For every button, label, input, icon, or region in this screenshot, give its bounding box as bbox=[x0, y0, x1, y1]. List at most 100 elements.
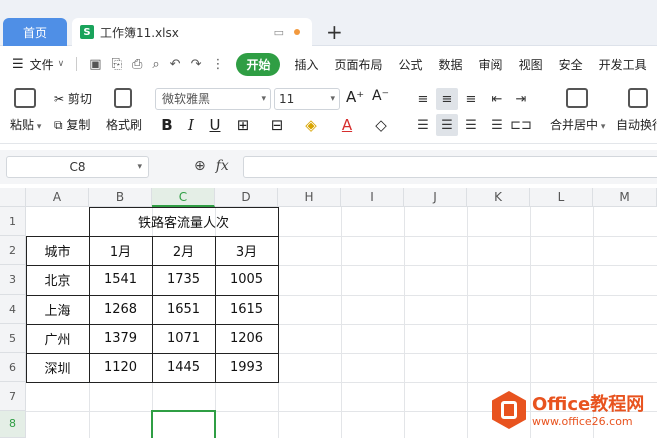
row-header[interactable]: 2 bbox=[0, 236, 26, 266]
value-cell[interactable]: 1379 bbox=[89, 324, 152, 353]
distribute-icon[interactable]: ⊏⊐ bbox=[510, 114, 532, 136]
value-cell[interactable]: 1651 bbox=[152, 295, 215, 324]
italic-button[interactable]: I bbox=[180, 114, 202, 136]
clear-format-icon[interactable]: ◇ bbox=[370, 114, 392, 136]
row-header[interactable]: 1 bbox=[0, 207, 26, 237]
table-header-cell[interactable]: 城市 bbox=[26, 236, 89, 265]
column-header[interactable]: J bbox=[404, 188, 467, 207]
value-cell[interactable]: 1445 bbox=[152, 353, 215, 382]
value-cell[interactable]: 1005 bbox=[215, 265, 278, 294]
value-cell[interactable]: 1993 bbox=[215, 353, 278, 382]
print-icon[interactable]: ⎙ bbox=[132, 57, 142, 72]
format-painter-icon[interactable] bbox=[114, 88, 132, 108]
value-cell[interactable]: 1071 bbox=[152, 324, 215, 353]
column-header[interactable]: K bbox=[467, 188, 530, 207]
increase-font-icon[interactable]: A⁺ bbox=[346, 88, 364, 106]
value-cell[interactable]: 1120 bbox=[89, 353, 152, 382]
align-top-icon[interactable]: ≡ bbox=[412, 88, 434, 110]
menu-developer[interactable]: 开发工具 bbox=[591, 56, 655, 73]
fill-color-icon[interactable]: ◈ bbox=[300, 114, 322, 136]
menu-page-layout[interactable]: 页面布局 bbox=[327, 56, 391, 73]
menu-view[interactable]: 视图 bbox=[511, 56, 551, 73]
column-header[interactable]: M bbox=[593, 188, 657, 207]
column-header[interactable]: I bbox=[341, 188, 404, 207]
city-cell[interactable]: 北京 bbox=[26, 265, 89, 294]
font-name-select[interactable]: 微软雅黑 ▾ bbox=[155, 88, 271, 110]
city-cell[interactable]: 深圳 bbox=[26, 353, 89, 382]
select-all-corner[interactable] bbox=[0, 188, 26, 207]
file-menu[interactable]: ☰ 文件 ∨ bbox=[0, 56, 72, 73]
align-right-icon[interactable]: ☰ bbox=[460, 114, 482, 136]
screen-icon[interactable]: ▭ bbox=[274, 26, 284, 39]
row-header[interactable]: 4 bbox=[0, 294, 26, 324]
align-center-icon[interactable]: ☰ bbox=[436, 114, 458, 136]
paste-button[interactable]: 粘贴 ▾ bbox=[10, 116, 41, 133]
value-cell[interactable]: 1541 bbox=[89, 265, 152, 294]
zoom-search-icon[interactable]: ⊕ bbox=[194, 158, 206, 174]
print-preview-icon[interactable]: ⌕ bbox=[152, 57, 159, 72]
table-header-cell[interactable]: 2月 bbox=[152, 236, 215, 265]
bold-button[interactable]: B bbox=[156, 114, 178, 136]
column-header[interactable]: H bbox=[278, 188, 341, 207]
table-border bbox=[89, 207, 90, 383]
save-icon[interactable]: ▣ bbox=[89, 57, 101, 72]
formula-input[interactable] bbox=[243, 156, 657, 178]
tab-home[interactable]: 首页 bbox=[3, 18, 67, 46]
table-header-cell[interactable]: 1月 bbox=[89, 236, 152, 265]
column-header[interactable]: A bbox=[26, 188, 89, 207]
cut-button[interactable]: ✂ 剪切 bbox=[54, 90, 92, 107]
new-tab-button[interactable]: + bbox=[326, 20, 343, 44]
value-cell[interactable]: 1206 bbox=[215, 324, 278, 353]
column-header[interactable]: L bbox=[530, 188, 593, 207]
menu-insert[interactable]: 插入 bbox=[286, 56, 326, 73]
value-cell[interactable]: 1735 bbox=[152, 265, 215, 294]
increase-indent-icon[interactable]: ⇥ bbox=[510, 88, 532, 110]
font-color-icon[interactable]: A bbox=[336, 114, 358, 136]
cell-style-icon[interactable]: ⊟ bbox=[266, 114, 288, 136]
ribbon: 粘贴 ▾ ✂ 剪切 ⧉ 复制 格式刷 微软雅黑 ▾ 11 ▾ A⁺ A⁻ B I U… bbox=[0, 82, 657, 144]
borders-icon[interactable]: ⊞ bbox=[232, 114, 254, 136]
table-header-cell[interactable]: 3月 bbox=[215, 236, 278, 265]
selected-cell[interactable] bbox=[151, 410, 216, 438]
auto-wrap-button[interactable]: 自动换行 bbox=[616, 116, 657, 133]
name-box[interactable]: C8 ▾ bbox=[6, 156, 149, 178]
menu-review[interactable]: 审阅 bbox=[471, 56, 511, 73]
decrease-indent-icon[interactable]: ⇤ bbox=[486, 88, 508, 110]
city-cell[interactable]: 上海 bbox=[26, 295, 89, 324]
format-painter-button[interactable]: 格式刷 bbox=[106, 116, 142, 133]
align-bottom-icon[interactable]: ≡ bbox=[460, 88, 482, 110]
merge-center-button[interactable]: 合并居中 ▾ bbox=[550, 116, 605, 133]
decrease-font-icon[interactable]: A⁻ bbox=[372, 88, 389, 104]
column-header[interactable]: B bbox=[89, 188, 152, 207]
align-middle-icon[interactable]: ≡ bbox=[436, 88, 458, 110]
value-cell[interactable]: 1268 bbox=[89, 295, 152, 324]
paste-icon[interactable] bbox=[14, 88, 36, 108]
row-header[interactable]: 6 bbox=[0, 353, 26, 383]
menu-data[interactable]: 数据 bbox=[431, 56, 471, 73]
menu-start[interactable]: 开始 bbox=[236, 52, 281, 76]
fx-icon[interactable]: fx bbox=[216, 158, 229, 174]
table-title[interactable]: 铁路客流量人次 bbox=[89, 207, 278, 236]
tab-workbook[interactable]: S 工作簿11.xlsx ▭ bbox=[72, 18, 312, 46]
merge-cells-icon[interactable] bbox=[566, 88, 588, 108]
menu-security[interactable]: 安全 bbox=[551, 56, 591, 73]
justify-icon[interactable]: ☰ bbox=[486, 114, 508, 136]
row-header[interactable]: 8 bbox=[0, 411, 26, 438]
column-header[interactable]: D bbox=[215, 188, 278, 207]
underline-button[interactable]: U bbox=[204, 114, 226, 136]
row-header[interactable]: 7 bbox=[0, 382, 26, 412]
align-left-icon[interactable]: ☰ bbox=[412, 114, 434, 136]
wrap-text-icon[interactable] bbox=[628, 88, 648, 108]
copy-button[interactable]: ⧉ 复制 bbox=[54, 116, 90, 133]
more-icon[interactable]: ⋮ bbox=[211, 57, 224, 72]
city-cell[interactable]: 广州 bbox=[26, 324, 89, 353]
redo-icon[interactable]: ↷ bbox=[191, 57, 202, 72]
font-size-select[interactable]: 11 ▾ bbox=[274, 88, 340, 110]
column-header[interactable]: C bbox=[152, 188, 215, 207]
row-header[interactable]: 5 bbox=[0, 323, 26, 353]
row-header[interactable]: 3 bbox=[0, 265, 26, 295]
value-cell[interactable]: 1615 bbox=[215, 295, 278, 324]
export-icon[interactable]: ⎘ bbox=[112, 57, 122, 72]
menu-formulas[interactable]: 公式 bbox=[391, 56, 431, 73]
undo-icon[interactable]: ↶ bbox=[170, 57, 181, 72]
